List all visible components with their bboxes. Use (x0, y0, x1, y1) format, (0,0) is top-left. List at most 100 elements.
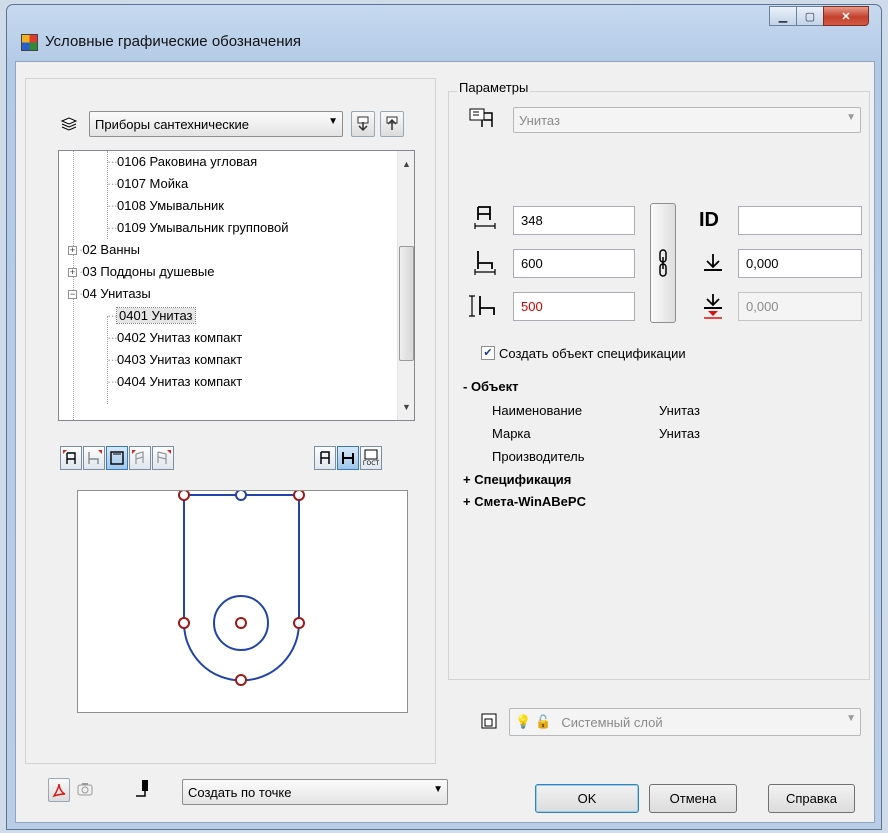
prop-value[interactable]: Унитаз (659, 426, 700, 441)
style-plan-button[interactable] (337, 446, 359, 470)
depth-value: 600 (521, 256, 543, 271)
elevation-field[interactable]: 0,000 (738, 249, 862, 278)
elevation-floor-icon (702, 293, 724, 322)
chevron-down-icon: ▼ (328, 116, 338, 127)
dialog-window: Условные графические обозначения ▁ ▢ ✕ П… (6, 4, 882, 830)
scroll-up-icon[interactable]: ▲ (402, 159, 411, 169)
close-button[interactable]: ✕ (823, 6, 869, 26)
window-title: Условные графические обозначения (45, 33, 302, 50)
pdf-icon (52, 783, 66, 798)
chair-front-icon (63, 450, 76, 464)
tree-scrollbar[interactable]: ▲ ▼ (397, 151, 414, 420)
chair-symbol-icon (320, 451, 330, 464)
arrow-down-icon (357, 116, 369, 132)
elevation2-value: 0,000 (746, 299, 779, 314)
minimize-icon: ▁ (778, 10, 788, 23)
width-icon (472, 205, 498, 234)
layer-combo-value: Системный слой (561, 714, 663, 730)
tree-item-selected[interactable]: ··· 0401 Унитаз (107, 305, 196, 327)
chain-link-icon (659, 249, 667, 277)
elevation-value: 0,000 (746, 256, 779, 271)
object-section-toggle[interactable]: - Объект (463, 379, 519, 394)
chevron-down-icon: ▼ (846, 112, 856, 123)
category-combo-value: Приборы сантехнические (95, 116, 249, 132)
tree-item[interactable]: ···0108 Умывальник (107, 195, 224, 217)
height-value: 500 (521, 299, 543, 314)
chair-side-icon (88, 450, 102, 464)
object-type-combo[interactable]: Унитаз ▼ (513, 107, 861, 133)
creation-mode-value: Создать по точке (188, 784, 292, 800)
layer-combo[interactable]: 💡 🔓 Системный слой ▼ (509, 708, 861, 736)
elevation2-field[interactable]: 0,000 (738, 292, 862, 321)
smeta-section-toggle[interactable]: + Смета-WinABePC (463, 494, 586, 509)
camera-icon (76, 781, 94, 800)
height-field[interactable]: 500 (513, 292, 635, 321)
cancel-button[interactable]: Отмена (649, 784, 737, 813)
expand-icon: + (68, 245, 77, 255)
minimize-button[interactable]: ▁ (769, 6, 797, 26)
catalog-tree[interactable]: ···0106 Раковина угловая ···0107 Мойка ·… (58, 150, 415, 421)
help-button[interactable]: Справка (768, 784, 855, 813)
view-iso-right-button[interactable] (152, 446, 174, 470)
spec-section-toggle[interactable]: + Спецификация (463, 472, 571, 487)
link-proportions-button[interactable] (650, 203, 676, 323)
view-top-button[interactable] (106, 446, 128, 470)
tree-item[interactable]: − ·04 Унитазы (68, 283, 151, 305)
creation-mode-combo[interactable]: Создать по точке ▼ (182, 779, 448, 805)
style-symbol-button[interactable] (314, 446, 336, 470)
view-front-button[interactable] (60, 446, 82, 470)
depth-icon (472, 249, 498, 278)
dialog-client: Параметры Приборы сантехнические ▼ ···01… (15, 61, 875, 823)
chair-plan-icon (342, 452, 354, 464)
move-down-button[interactable] (351, 111, 375, 137)
close-icon: ✕ (841, 10, 851, 23)
tree-item[interactable]: ···0403 Унитаз компакт (107, 349, 242, 371)
tree-item[interactable]: + ·02 Ванны (68, 239, 140, 261)
tree-item[interactable]: ···0106 Раковина угловая (107, 151, 257, 173)
svg-text:ГОСТ: ГОСТ (363, 460, 380, 467)
tree-item[interactable]: ···0109 Умывальник групповой (107, 217, 288, 239)
view-side-button[interactable] (83, 446, 105, 470)
object-type-value: Унитаз (519, 112, 560, 128)
prop-name: Марка (492, 426, 531, 441)
prop-name: Производитель (492, 449, 585, 464)
collapse-icon: − (68, 289, 77, 299)
style-gost-button[interactable]: ГОСТ (360, 446, 382, 470)
toilet-symbol-drawing (178, 489, 305, 686)
title-bar[interactable]: Условные графические обозначения ▁ ▢ ✕ (7, 5, 881, 61)
maximize-button[interactable]: ▢ (796, 6, 824, 26)
lock-icon: 🔓 (535, 714, 552, 729)
pdf-button[interactable] (48, 778, 70, 802)
view-iso-left-button[interactable] (129, 446, 151, 470)
width-value: 348 (521, 213, 543, 228)
width-field[interactable]: 348 (513, 206, 635, 235)
id-field[interactable] (738, 206, 862, 235)
layer-icon (481, 713, 497, 732)
expand-icon: + (68, 267, 77, 277)
create-spec-label: Создать объект спецификации (499, 346, 686, 361)
chevron-down-icon: ▼ (433, 784, 443, 795)
scroll-down-icon[interactable]: ▼ (402, 402, 411, 412)
params-group-label: Параметры (457, 80, 531, 95)
tree-item[interactable]: ···0107 Мойка (107, 173, 188, 195)
ok-button[interactable]: OK (535, 784, 639, 813)
category-combo[interactable]: Приборы сантехнические ▼ (89, 111, 343, 137)
object-type-icon (468, 107, 494, 132)
tree-item[interactable]: ···0402 Унитаз компакт (107, 327, 242, 349)
caption-buttons: ▁ ▢ ✕ (769, 6, 869, 26)
height-icon (468, 293, 498, 322)
prop-value[interactable]: Унитаз (659, 403, 700, 418)
chevron-down-icon: ▼ (846, 713, 856, 724)
move-up-button[interactable] (380, 111, 404, 137)
depth-field[interactable]: 600 (513, 249, 635, 278)
prop-name: Наименование (492, 403, 583, 418)
app-icon (21, 34, 38, 51)
scroll-thumb[interactable] (399, 246, 414, 361)
bulb-icon: 💡 (515, 714, 532, 729)
tree-item[interactable]: ···0404 Унитаз компакт (107, 371, 242, 393)
tree-item[interactable]: + ·03 Поддоны душевые (68, 261, 214, 283)
id-label: ID (699, 209, 719, 231)
arrow-up-icon (386, 116, 398, 130)
create-spec-checkbox[interactable]: ✔ (481, 346, 495, 360)
gost-icon: ГОСТ (363, 449, 380, 467)
